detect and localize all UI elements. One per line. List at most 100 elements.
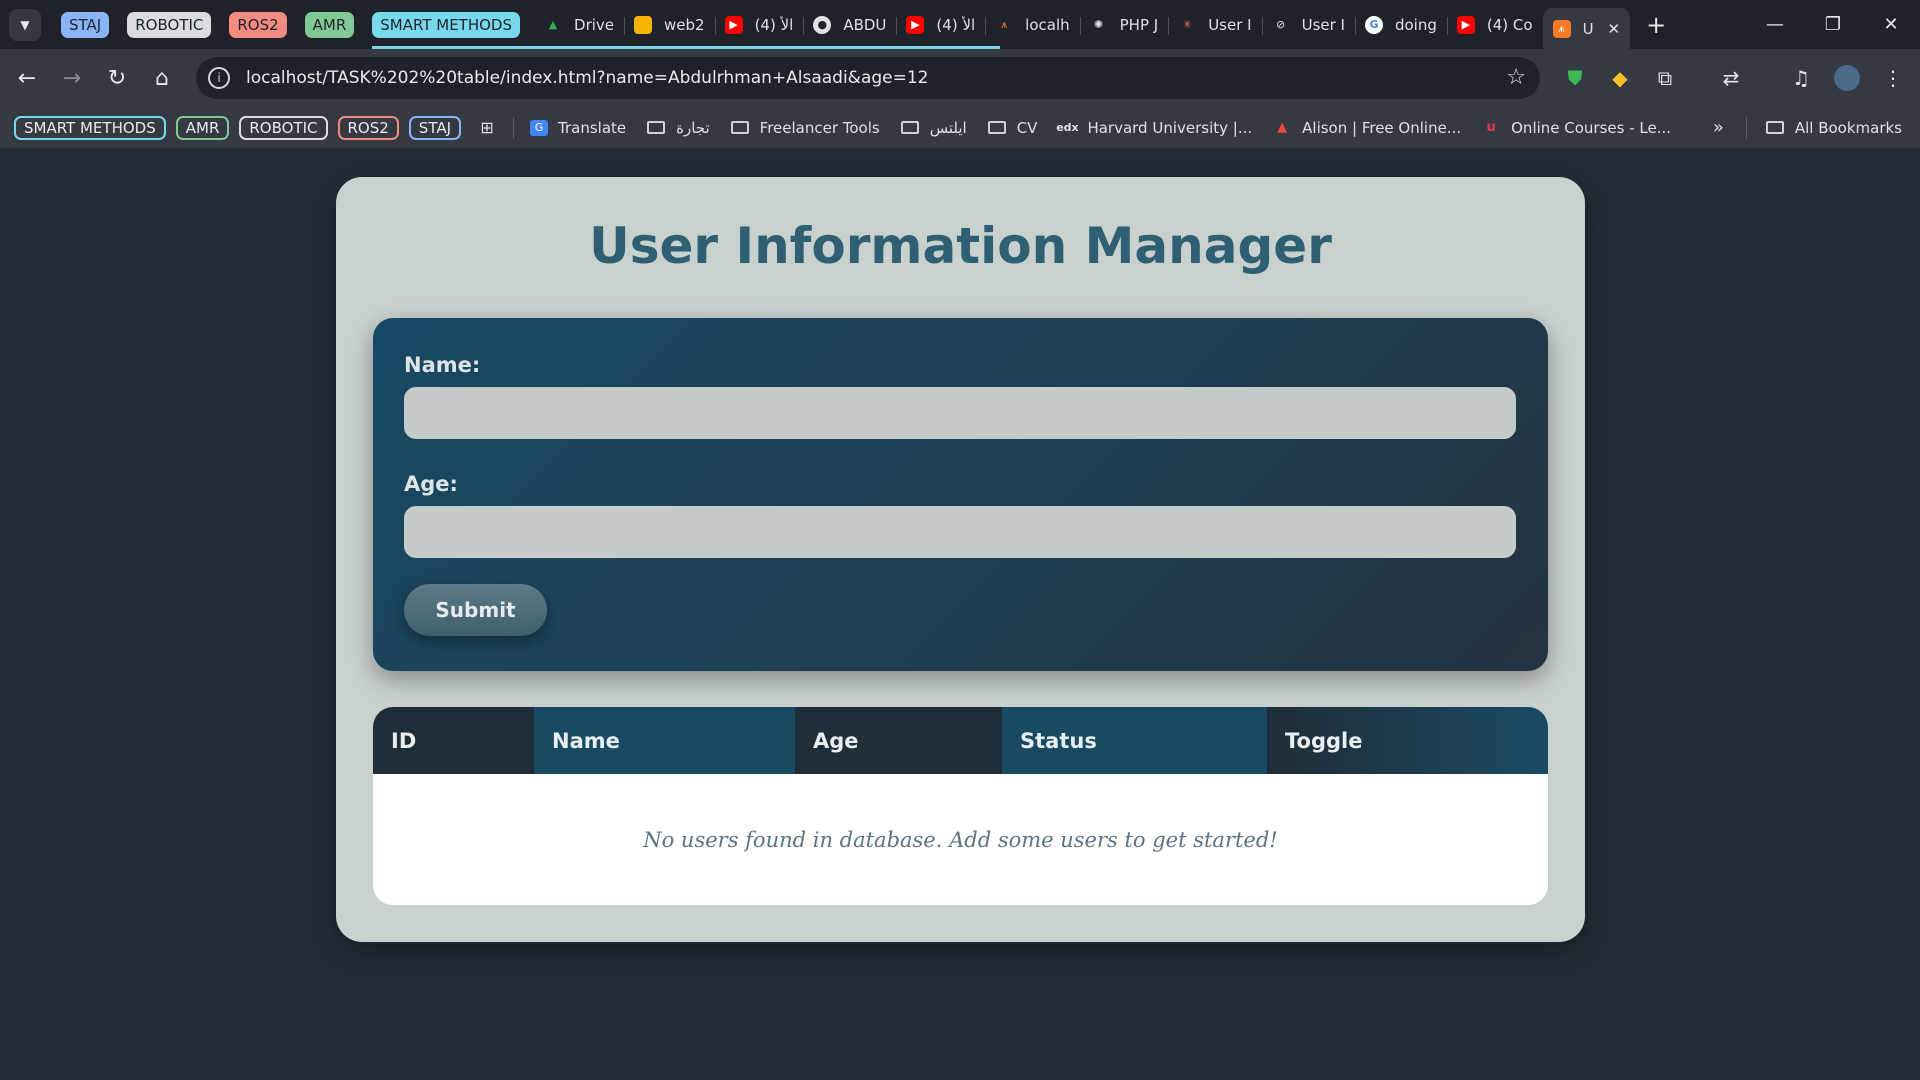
new-tab-button[interactable]: + bbox=[1646, 11, 1666, 39]
minimize-button[interactable]: — bbox=[1746, 0, 1804, 49]
apps-grid-button[interactable]: ⊞ bbox=[477, 118, 497, 137]
home-button[interactable]: ⌂ bbox=[144, 49, 180, 107]
bookmark-label: CV bbox=[1016, 118, 1038, 137]
media-controls-icon[interactable]: ♫ bbox=[1781, 49, 1821, 107]
plus-icon: + bbox=[1646, 10, 1667, 39]
bookmark-udemy[interactable]: u Online Courses - Le... bbox=[1481, 119, 1671, 137]
extensions-puzzle-icon[interactable]: ⧉ bbox=[1645, 49, 1685, 107]
forward-button[interactable]: → bbox=[54, 49, 90, 107]
bookmark-separator bbox=[513, 116, 515, 139]
column-header-toggle: Toggle bbox=[1267, 707, 1548, 774]
tab-active[interactable]: ⩚ U ✕ bbox=[1542, 8, 1631, 49]
tab-title: U bbox=[1582, 19, 1594, 38]
chatgpt-icon: ✺ bbox=[1094, 18, 1104, 31]
menu-kebab-icon[interactable]: ⋮ bbox=[1873, 49, 1913, 107]
name-input[interactable] bbox=[404, 387, 1516, 439]
tabs-row: ▼ STAJ ROBOTIC ROS2 AMR SMART METHODS ▲ D… bbox=[0, 0, 1666, 49]
address-bar[interactable]: i localhost/TASK%202%20table/index.html?… bbox=[196, 57, 1540, 99]
tab-title: PHP J bbox=[1119, 15, 1159, 34]
tab-user-info-1[interactable]: ✳ User I bbox=[1168, 7, 1261, 43]
folder-icon bbox=[646, 120, 666, 136]
tab-google[interactable]: Gdoing bbox=[1354, 7, 1447, 43]
slides-icon bbox=[634, 15, 653, 34]
bookmark-group-ros2[interactable]: ROS2 bbox=[337, 115, 399, 140]
page-title: User Information Manager bbox=[589, 217, 1332, 275]
tab-github[interactable]: ● ABDU bbox=[803, 7, 896, 43]
folder-icon bbox=[900, 120, 920, 136]
bookmark-label: Harvard University |... bbox=[1087, 118, 1253, 137]
bookmark-folder-cv[interactable]: CV bbox=[987, 118, 1038, 137]
arrow-right-icon: → bbox=[62, 65, 82, 91]
back-button[interactable]: ← bbox=[9, 49, 45, 107]
tab-user-info-2[interactable]: ⊘ User I bbox=[1261, 7, 1355, 43]
youtube-icon: ▶ bbox=[724, 15, 743, 34]
tab-group-smart-methods[interactable]: SMART METHODS bbox=[372, 11, 999, 49]
bookmark-separator bbox=[1745, 116, 1747, 139]
close-window-button[interactable]: ✕ bbox=[1862, 0, 1920, 49]
bookmark-folder-ielts[interactable]: ايلتس bbox=[900, 119, 967, 137]
tab-group-ros2[interactable]: ROS2 bbox=[229, 11, 287, 38]
translate-icon: G bbox=[530, 119, 549, 136]
tab-title: (4) الأ bbox=[936, 15, 976, 34]
tab-group-staj[interactable]: STAJ bbox=[61, 11, 110, 38]
shield-extension-icon[interactable]: ⛊ bbox=[1555, 49, 1595, 107]
bookmark-harvard[interactable]: edx Harvard University |... bbox=[1056, 118, 1253, 137]
bookmarks-right: » All Bookmarks bbox=[1713, 107, 1902, 148]
translate-page-icon[interactable]: ⇄ bbox=[1711, 49, 1751, 107]
tab-youtube-2[interactable]: ▶ (4) الأ bbox=[896, 7, 985, 43]
bookmark-group-smart-methods[interactable]: SMART METHODS bbox=[14, 115, 166, 140]
bookmark-group-amr[interactable]: AMR bbox=[175, 115, 230, 140]
table-header-row: ID Name Age Status Toggle bbox=[373, 707, 1548, 774]
tab-group-amr[interactable]: AMR bbox=[304, 11, 355, 38]
tab-drive[interactable]: ▲ Drive bbox=[534, 7, 624, 43]
tab-search-button[interactable]: ▼ bbox=[9, 8, 41, 41]
edx-icon: edx bbox=[1056, 121, 1079, 134]
bookmark-label: تجارة bbox=[676, 118, 710, 137]
tab-title: (4) Co bbox=[1486, 15, 1533, 34]
all-bookmarks-button[interactable]: All Bookmarks bbox=[1765, 119, 1902, 137]
google-icon: G bbox=[1364, 15, 1383, 34]
folder-icon bbox=[1765, 120, 1785, 136]
tab-youtube-1[interactable]: ▶ (4) الأ bbox=[714, 7, 804, 43]
extension-colorful-icon[interactable]: ◆ bbox=[1600, 49, 1640, 107]
submit-button[interactable]: Submit bbox=[404, 584, 547, 636]
bookmark-group-robotic[interactable]: ROBOTIC bbox=[239, 115, 328, 140]
age-input[interactable] bbox=[404, 506, 1516, 558]
url-text[interactable]: localhost/TASK%202%20table/index.html?na… bbox=[246, 68, 928, 88]
tab-web2[interactable]: web2 bbox=[624, 7, 715, 43]
google-drive-icon: ▲ bbox=[548, 18, 558, 31]
reload-button[interactable]: ↻ bbox=[99, 49, 135, 107]
browser-toolbar: ← → ↻ ⌂ i localhost/TASK%202%20table/ind… bbox=[0, 49, 1920, 107]
chevron-double-right-icon[interactable]: » bbox=[1713, 117, 1724, 138]
restore-button[interactable]: ❐ bbox=[1804, 0, 1862, 49]
home-icon: ⌂ bbox=[155, 65, 169, 91]
youtube-icon: ▶ bbox=[1456, 15, 1475, 34]
bookmark-label: Alison | Free Online... bbox=[1302, 118, 1462, 137]
tab-localhost[interactable]: ⩚ localh bbox=[985, 7, 1079, 43]
tab-group-robotic[interactable]: ROBOTIC bbox=[127, 11, 212, 38]
tab-title: User I bbox=[1301, 15, 1345, 34]
bookmark-alison[interactable]: ▲ Alison | Free Online... bbox=[1272, 119, 1461, 137]
bookmark-group-staj[interactable]: STAJ bbox=[408, 115, 462, 140]
tab-title: doing bbox=[1394, 15, 1437, 34]
tab-php[interactable]: ✺ PHP J bbox=[1079, 7, 1169, 43]
apps-grid-icon: ⊞ bbox=[480, 118, 494, 137]
age-label: Age: bbox=[404, 472, 458, 496]
bookmark-label: Translate bbox=[558, 118, 627, 137]
bookmark-folder-freelancer-tools[interactable]: Freelancer Tools bbox=[730, 119, 880, 137]
column-header-id: ID bbox=[373, 707, 534, 774]
close-tab-icon[interactable]: ✕ bbox=[1608, 20, 1621, 38]
bookmark-translate[interactable]: G Translate bbox=[530, 119, 626, 137]
bookmark-star-icon[interactable]: ☆ bbox=[1506, 65, 1526, 90]
edit-icon: ⊘ bbox=[1275, 18, 1286, 31]
xampp-icon: ⩚ bbox=[1001, 17, 1008, 31]
window-controls: — ❐ ✕ bbox=[1746, 0, 1920, 49]
user-form: Name: Age: Submit bbox=[373, 318, 1548, 671]
tab-youtube-3[interactable]: ▶ (4) Co bbox=[1446, 7, 1543, 43]
arrow-left-icon: ← bbox=[17, 65, 37, 91]
profile-avatar[interactable] bbox=[1827, 49, 1867, 107]
info-icon[interactable]: i bbox=[208, 67, 230, 89]
tab-title: ABDU bbox=[843, 15, 887, 34]
reload-icon: ↻ bbox=[107, 65, 127, 91]
bookmark-folder-trade[interactable]: تجارة bbox=[646, 119, 710, 137]
